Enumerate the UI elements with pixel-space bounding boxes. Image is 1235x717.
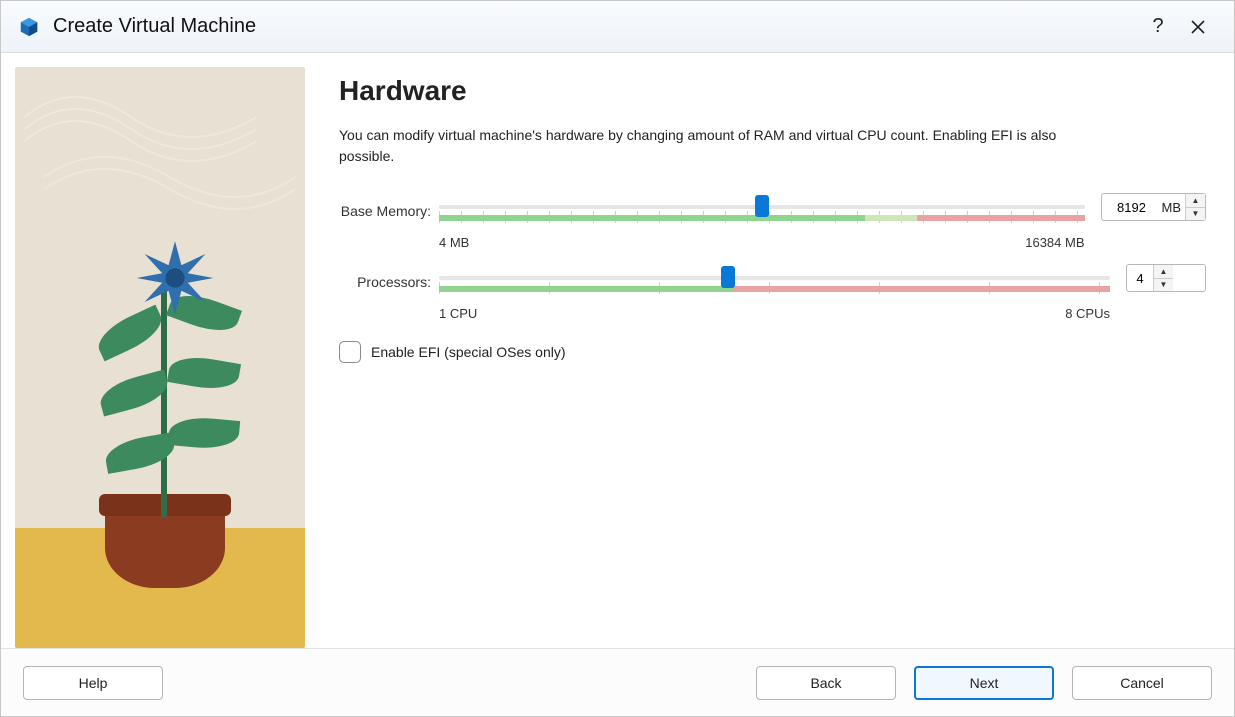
- memory-unit: MB: [1162, 194, 1186, 220]
- efi-checkbox-row[interactable]: Enable EFI (special OSes only): [339, 341, 1206, 363]
- memory-max-label: 16384 MB: [1025, 235, 1084, 250]
- next-button[interactable]: Next: [914, 666, 1054, 700]
- processors-label: Processors:: [339, 264, 439, 290]
- close-icon[interactable]: [1178, 7, 1218, 47]
- back-button[interactable]: Back: [756, 666, 896, 700]
- titlebar: Create Virtual Machine ?: [1, 1, 1234, 53]
- memory-step-down[interactable]: ▼: [1186, 208, 1205, 221]
- efi-checkbox[interactable]: [339, 341, 361, 363]
- memory-value-input[interactable]: [1102, 194, 1162, 220]
- memory-slider-thumb[interactable]: [755, 195, 769, 217]
- window-title: Create Virtual Machine: [53, 15, 1138, 38]
- processors-value-input[interactable]: [1127, 265, 1153, 291]
- processors-max-label: 8 CPUs: [1065, 306, 1110, 321]
- processors-slider-thumb[interactable]: [721, 266, 735, 288]
- wizard-illustration: [15, 67, 305, 648]
- help-icon[interactable]: ?: [1138, 7, 1178, 47]
- processors-min-label: 1 CPU: [439, 306, 477, 321]
- processors-step-down[interactable]: ▼: [1154, 279, 1173, 292]
- memory-slider[interactable]: [439, 193, 1085, 237]
- processors-slider[interactable]: [439, 264, 1110, 308]
- processors-spinbox[interactable]: ▲ ▼: [1126, 264, 1206, 292]
- help-button[interactable]: Help: [23, 666, 163, 700]
- memory-label: Base Memory:: [339, 193, 439, 219]
- memory-step-up[interactable]: ▲: [1186, 194, 1205, 208]
- page-heading: Hardware: [339, 75, 1206, 107]
- memory-spinbox[interactable]: MB ▲ ▼: [1101, 193, 1207, 221]
- cancel-button[interactable]: Cancel: [1072, 666, 1212, 700]
- app-icon: [17, 15, 41, 39]
- efi-label: Enable EFI (special OSes only): [371, 344, 566, 360]
- page-description: You can modify virtual machine's hardwar…: [339, 125, 1059, 167]
- wizard-footer: Help Back Next Cancel: [1, 648, 1234, 716]
- processors-step-up[interactable]: ▲: [1154, 265, 1173, 279]
- memory-min-label: 4 MB: [439, 235, 469, 250]
